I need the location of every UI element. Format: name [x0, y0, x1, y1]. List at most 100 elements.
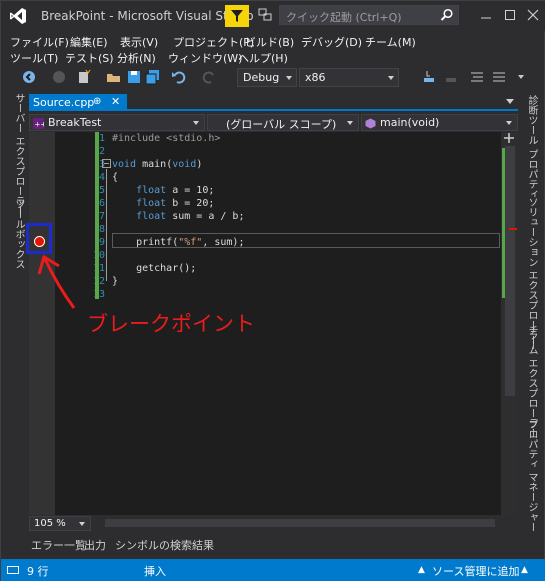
- step-over-icon[interactable]: [443, 69, 459, 85]
- tab-label: Source.cpp: [33, 96, 95, 109]
- menu-test[interactable]: テスト(S): [65, 50, 114, 66]
- menu-edit[interactable]: 編集(E): [70, 34, 108, 50]
- scope-select[interactable]: (グローバル スコープ): [207, 114, 359, 131]
- breakpoint-annotation-label: ブレークポイント: [87, 312, 255, 336]
- menu-file[interactable]: ファイル(F): [10, 34, 69, 50]
- member-select[interactable]: main(void): [361, 114, 518, 131]
- project-name: BreakTest: [48, 116, 102, 129]
- project-select[interactable]: ++ BreakTest: [29, 114, 205, 131]
- menu-build[interactable]: ビルド(B): [245, 34, 294, 50]
- zoom-bar: 105 %: [29, 515, 518, 532]
- chevron-down-icon: [506, 121, 512, 125]
- code-line: printf("%f", sum);: [112, 237, 245, 248]
- outline-guide: [106, 169, 107, 281]
- split-window-icon[interactable]: [504, 133, 514, 143]
- tab-error-list[interactable]: エラー一覧: [31, 537, 86, 553]
- code-line: float sum = a / b;: [136, 211, 245, 222]
- chevron-down-icon: [193, 121, 199, 125]
- redo-icon[interactable]: [201, 69, 217, 85]
- solution-configuration-select[interactable]: Debug: [237, 68, 297, 87]
- step-into-icon[interactable]: [421, 69, 437, 85]
- feedback-icon[interactable]: [257, 7, 273, 23]
- diagnostic-tools-tab[interactable]: 診断ツール: [524, 95, 539, 145]
- notification-filter-icon[interactable]: [225, 5, 249, 27]
- document-list-dropdown-icon[interactable]: [506, 99, 514, 104]
- platform-value: x86: [305, 71, 326, 84]
- save-icon[interactable]: [126, 69, 142, 85]
- breakpoint-highlight-box: [26, 223, 52, 254]
- close-tab-icon[interactable]: ✕: [111, 95, 120, 108]
- properties-tab[interactable]: プロパティ: [524, 149, 539, 199]
- search-icon[interactable]: [440, 8, 454, 22]
- menu-debug[interactable]: デバッグ(D): [301, 34, 362, 50]
- tool-window-tabs: エラー一覧 出力 シンボルの検索結果: [29, 535, 518, 553]
- cpp-project-icon: ++: [33, 118, 44, 129]
- new-project-icon[interactable]: [76, 69, 92, 85]
- server-explorer-tab[interactable]: サーバー エクスプローラー: [11, 93, 26, 216]
- function-icon: [365, 118, 376, 129]
- outline-collapse-icon[interactable]: [102, 159, 111, 168]
- uncomment-icon[interactable]: [491, 69, 507, 85]
- pin-icon[interactable]: ⊕: [93, 96, 101, 107]
- member-value: main(void): [380, 116, 440, 129]
- tab-source-cpp[interactable]: Source.cpp ⊕ ✕: [29, 94, 127, 111]
- code-line: #include <stdio.h>: [112, 133, 221, 144]
- quick-launch-placeholder: クイック起動 (Ctrl+Q): [286, 11, 402, 24]
- code-line: {: [112, 172, 119, 183]
- chevron-up-icon[interactable]: ▲: [521, 565, 528, 575]
- add-to-source-control-button[interactable]: ソース管理に追加: [432, 563, 519, 579]
- navigate-forward-icon[interactable]: [51, 69, 67, 85]
- code-line: float a = 10;: [136, 185, 215, 196]
- status-ready-icon: [7, 566, 19, 574]
- property-manager-tab[interactable]: プロパティ マネージャー: [524, 419, 539, 532]
- scrollbar-change-marker: [502, 148, 505, 298]
- svg-text:++: ++: [35, 121, 45, 129]
- code-line: void main(void): [112, 159, 203, 170]
- save-all-icon[interactable]: [145, 69, 161, 85]
- status-insert-mode: 挿入: [144, 565, 166, 578]
- navigate-back-icon[interactable]: [21, 69, 37, 85]
- standard-toolbar: Debug x86: [1, 67, 545, 87]
- chevron-down-icon: [286, 76, 292, 80]
- menu-help[interactable]: ヘルプ(H): [238, 50, 288, 66]
- menu-bar: ファイル(F) 編集(E) 表示(V) プロジェクト(P) ビルド(B) デバッ…: [1, 31, 545, 67]
- tab-find-symbol-results[interactable]: シンボルの検索結果: [115, 537, 214, 553]
- change-tracking-bar: [95, 132, 99, 299]
- minimize-icon[interactable]: [478, 7, 494, 23]
- chevron-down-icon: [388, 76, 394, 80]
- zoom-value: 105 %: [34, 518, 66, 529]
- horizontal-scrollbar-thumb[interactable]: [105, 519, 495, 527]
- scrollbar-thumb[interactable]: [505, 146, 515, 396]
- menu-tools[interactable]: ツール(T): [10, 50, 58, 66]
- code-line: getchar();: [112, 263, 197, 274]
- indicator-margin[interactable]: [29, 132, 55, 515]
- document-tab-strip: Source.cpp ⊕ ✕: [29, 94, 518, 111]
- status-bar: 9 行 挿入 ▲ ソース管理に追加 ▲: [1, 559, 545, 581]
- visual-studio-window: BreakPoint - Microsoft Visual Studio クイッ…: [0, 0, 545, 581]
- quick-launch-input[interactable]: クイック起動 (Ctrl+Q): [279, 5, 459, 25]
- toolbox-tab[interactable]: ツールボックス: [11, 199, 26, 269]
- zoom-select[interactable]: 105 %: [29, 516, 91, 531]
- status-line: 9 行: [27, 565, 49, 578]
- menu-analyze[interactable]: 分析(N): [117, 50, 156, 66]
- close-icon[interactable]: [525, 7, 541, 23]
- solution-platform-select[interactable]: x86: [299, 68, 399, 87]
- menu-project[interactable]: プロジェクト(P): [173, 34, 254, 50]
- toolbar-options-icon[interactable]: [513, 69, 529, 85]
- navigation-bar: ++ BreakTest (グローバル スコープ) main(void): [29, 113, 518, 132]
- undo-icon[interactable]: [171, 69, 187, 85]
- chevron-down-icon: [79, 522, 85, 526]
- menu-view[interactable]: 表示(V): [120, 34, 158, 50]
- window-title: BreakPoint - Microsoft Visual Studio: [41, 9, 254, 23]
- configuration-value: Debug: [243, 71, 280, 84]
- maximize-icon[interactable]: [502, 7, 518, 23]
- code-line: float b = 20;: [136, 198, 215, 209]
- chevron-up-icon[interactable]: ▲: [418, 565, 425, 575]
- tab-output[interactable]: 出力: [84, 537, 106, 553]
- open-file-icon[interactable]: [106, 69, 122, 85]
- comment-out-icon[interactable]: [469, 69, 485, 85]
- menu-team[interactable]: チーム(M): [365, 34, 416, 50]
- title-bar: BreakPoint - Microsoft Visual Studio クイッ…: [1, 1, 545, 31]
- visual-studio-logo-icon: [10, 8, 26, 24]
- menu-window[interactable]: ウィンドウ(W): [168, 50, 242, 66]
